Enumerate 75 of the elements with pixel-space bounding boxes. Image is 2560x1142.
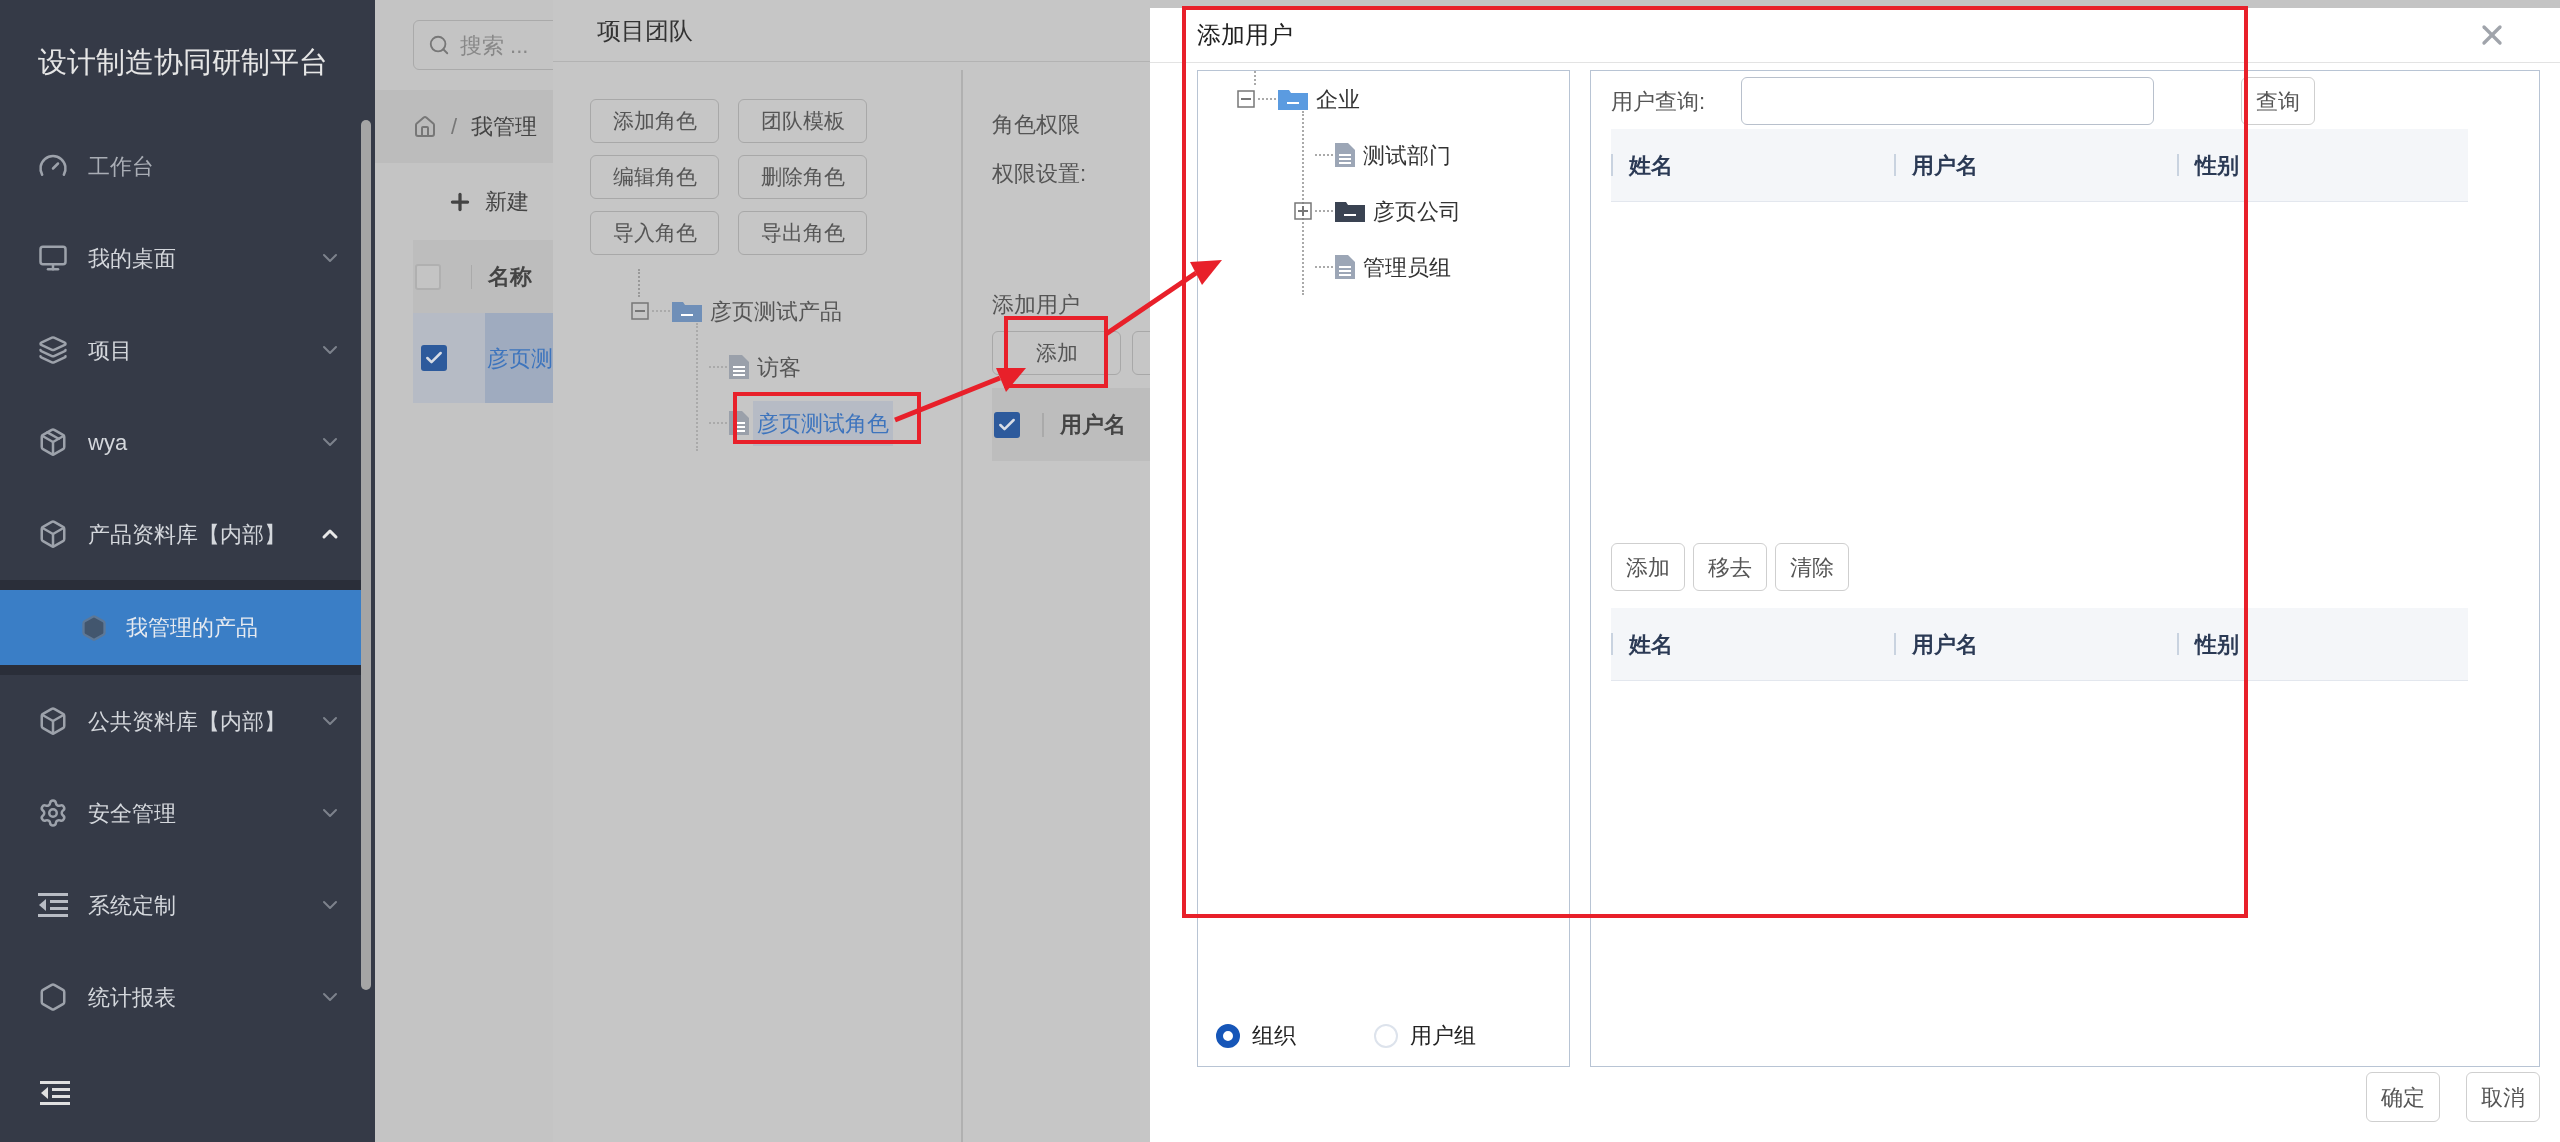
document-icon — [1335, 255, 1355, 279]
document-icon — [729, 355, 749, 379]
user-query-field[interactable] — [1741, 77, 2154, 125]
radio-label: 组织 — [1252, 1022, 1296, 1050]
breadcrumb-link[interactable]: 我管理 — [471, 110, 538, 143]
column-header: 姓名 — [1629, 630, 1673, 659]
role-button[interactable]: 删除角色 — [738, 155, 867, 199]
tree-item[interactable]: 测试部门 — [1359, 132, 1455, 178]
tree-item[interactable]: 彦页测试产品 — [706, 288, 846, 334]
column-header: 用户名 — [1912, 630, 1978, 659]
menu-icon — [38, 427, 68, 457]
dialog-title: 项目团队 — [597, 15, 693, 46]
document-icon — [1335, 143, 1355, 167]
dialog-button[interactable]: 取消 — [2466, 1072, 2540, 1122]
role-button[interactable]: 导入角色 — [590, 211, 719, 255]
collapse-icon[interactable] — [631, 302, 649, 320]
action-button[interactable]: 清除 — [1775, 543, 1849, 591]
sidebar-item[interactable]: 系统定制 — [0, 859, 362, 951]
column-header: 名称 — [488, 263, 532, 291]
field-label: 用户查询: — [1611, 87, 1707, 116]
field-label: 权限设置: — [992, 160, 1088, 188]
sidebar-item[interactable]: 统计报表 — [0, 951, 362, 1043]
hexagon-icon — [80, 613, 108, 642]
breadcrumb-separator: / — [451, 113, 458, 141]
menu-icon — [38, 519, 68, 549]
action-button[interactable]: 添加 — [1611, 543, 1685, 591]
home-icon[interactable] — [413, 114, 437, 139]
sidebar-item[interactable]: 产品资料库【内部】 — [0, 488, 362, 580]
menu-icon — [38, 982, 68, 1012]
menu-icon[interactable] — [38, 892, 68, 918]
scrollbar[interactable] — [361, 120, 371, 990]
column-header: 性别 — [2195, 151, 2239, 180]
query-button[interactable]: 查询 — [2241, 77, 2315, 125]
table-cell: 彦页测 — [485, 313, 553, 403]
tree-item[interactable]: 访客 — [753, 344, 805, 390]
dialog-button[interactable]: 确定 — [2366, 1072, 2440, 1122]
menu-icon — [38, 706, 68, 736]
add-button[interactable]: 添加 — [992, 331, 1121, 375]
checkbox[interactable] — [994, 411, 1020, 438]
sidebar-item[interactable]: 安全管理 — [0, 767, 362, 859]
radio-label: 用户组 — [1410, 1022, 1476, 1050]
section-label: 角色权限 — [992, 111, 1081, 139]
menu-icon — [38, 335, 68, 365]
dialog-title: 添加用户 — [1197, 20, 1293, 50]
tree-item[interactable]: 企业 — [1312, 76, 1364, 122]
sidebar-item[interactable]: 公共资料库【内部】 — [0, 675, 362, 767]
action-button[interactable]: 移去 — [1693, 543, 1767, 591]
search-icon — [428, 34, 450, 56]
expand-icon[interactable] — [1294, 202, 1312, 220]
collapse-icon[interactable] — [1237, 90, 1255, 108]
folder-icon — [672, 300, 702, 322]
app-title: 设计制造协同研制平台 — [38, 45, 328, 81]
menu-icon — [38, 798, 68, 828]
role-button[interactable]: 编辑角色 — [590, 155, 719, 199]
role-button[interactable]: 添加角色 — [590, 99, 719, 143]
checkbox[interactable] — [421, 345, 447, 371]
folder-icon — [1335, 200, 1365, 222]
column-header: 用户名 — [1060, 411, 1126, 439]
sidebar-item[interactable]: wya — [0, 396, 362, 488]
radio-button[interactable] — [1216, 1023, 1240, 1048]
tree-item[interactable]: 管理员组 — [1359, 244, 1455, 290]
new-button[interactable]: 新建 — [447, 185, 529, 218]
collapse-menu-icon[interactable] — [40, 1080, 70, 1106]
folder-icon — [1278, 88, 1308, 110]
sidebar-item[interactable]: 我的桌面 — [0, 212, 362, 304]
sidebar-item[interactable]: 工作台 — [0, 120, 362, 212]
sidebar-item[interactable]: 项目 — [0, 304, 362, 396]
column-header: 姓名 — [1629, 151, 1673, 180]
column-header: 用户名 — [1912, 151, 1978, 180]
role-button[interactable]: 导出角色 — [738, 211, 867, 255]
tree-item[interactable]: 彦页公司 — [1369, 188, 1465, 234]
menu-icon — [38, 243, 68, 273]
column-header: 性别 — [2195, 630, 2239, 659]
section-label: 添加用户 — [992, 291, 1081, 319]
role-button[interactable]: 团队模板 — [738, 99, 867, 143]
